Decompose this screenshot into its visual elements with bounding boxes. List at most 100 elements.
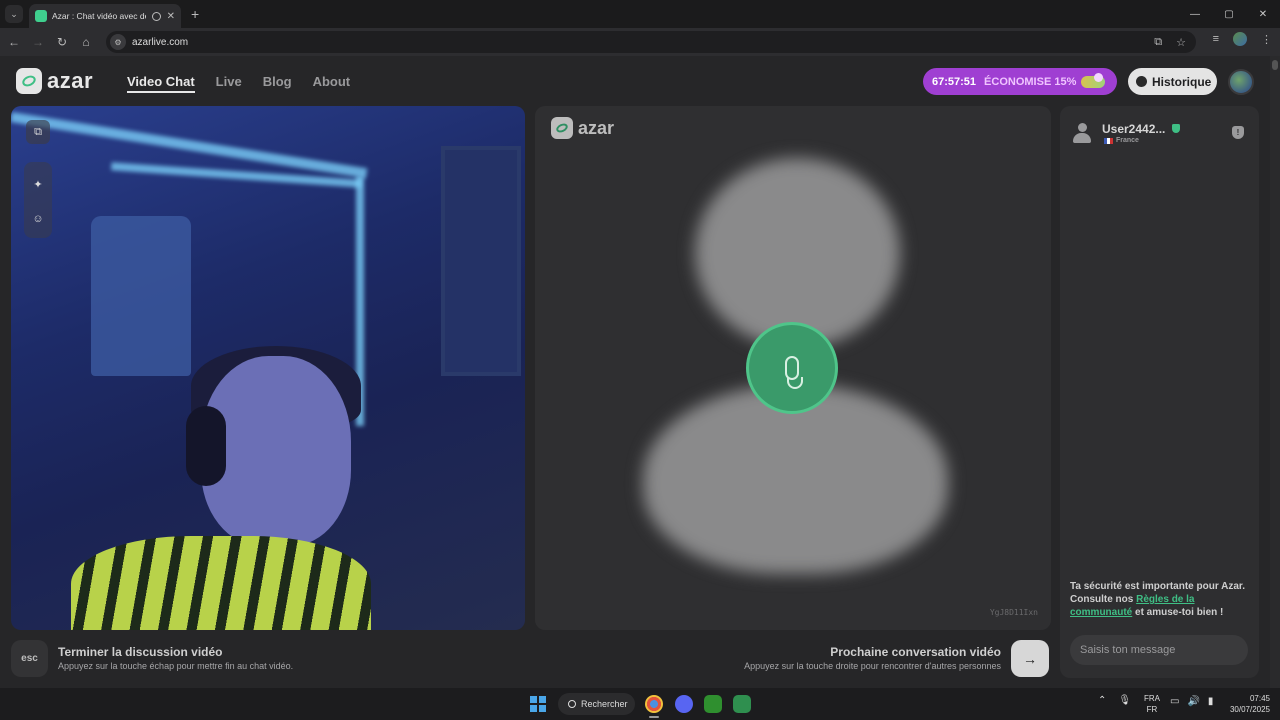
recording-icon [151,11,161,21]
reading-list-icon[interactable]: ≡ [1213,33,1219,45]
promo-button[interactable]: 67:57:51 ÉCONOMISE 15% [923,68,1117,95]
close-tab-icon[interactable]: ✕ [167,11,175,22]
extensions-area: ≡ ⋮ [1213,32,1272,46]
report-shield-icon[interactable]: ! [1232,126,1244,139]
tray-mic-icon[interactable]: 🎙 [1118,695,1131,706]
address-bar[interactable]: ⚙ azarlive.com ⧉ ☆ [106,31,1196,53]
chevron-down-icon: ⌄ [10,8,18,19]
partner-username: User2442... [1102,122,1166,136]
minimize-button[interactable]: — [1178,9,1212,20]
nav-live[interactable]: Live [216,74,242,93]
language-indicator[interactable]: FRA FR [1144,693,1160,715]
user-avatar[interactable] [1228,69,1254,95]
tab-title: Azar : Chat vidéo avec de n [52,11,146,21]
partner-logo-text: azar [578,117,615,138]
report-glyph: ! [1236,128,1240,137]
promo-timer: 67:57:51 [932,75,977,88]
taskbar-search[interactable]: Rechercher [558,693,635,715]
azar-logo-icon [16,68,42,94]
search-label: Rechercher [581,699,628,709]
chat-panel: User2442... France ! Ta sécurité est imp… [1060,106,1259,678]
taskbar-clock[interactable]: 07:45 30/07/2025 [1230,693,1270,715]
xbox-app-icon[interactable] [704,695,722,713]
partner-video: azar YgJ8D11Ixn [535,106,1051,630]
microphone-icon [746,322,838,414]
azar-favicon-icon [35,10,47,22]
close-window-button[interactable]: ✕ [1246,9,1280,20]
end-chat-button[interactable]: esc [11,640,48,677]
bookmark-star-icon[interactable]: ☆ [1176,36,1186,49]
safety-notice: Ta sécurité est importante pour Azar. Co… [1070,580,1252,619]
effects-button[interactable]: ✦ [26,172,50,196]
end-chat-title: Terminer la discussion vidéo [58,645,223,659]
profile-avatar-icon[interactable] [1233,32,1247,46]
window-controls: — ▢ ✕ [1178,0,1280,28]
system-status-icons[interactable]: ▭ 🔊 ▮ [1170,696,1213,707]
next-chat-title: Prochaine conversation vidéo [830,645,1001,659]
sparkle-icon: ✦ [33,178,43,191]
new-tab-button[interactable]: + [191,6,199,22]
browser-tab[interactable]: Azar : Chat vidéo avec de n ✕ [29,4,181,28]
verified-shield-icon [1172,124,1180,133]
promo-label: ÉCONOMISE 15% [984,75,1077,88]
safety-text-2: et amuse-toi bien ! [1132,607,1224,618]
end-chat-hint: Appuyez sur la touche échap pour mettre … [58,661,294,671]
main-nav: Video Chat Live Blog About [127,74,350,93]
menu-dots-icon[interactable]: ⋮ [1261,33,1272,46]
expand-video-button[interactable]: ⧉ [26,120,50,144]
tab-search-button[interactable]: ⌄ [5,5,23,23]
nav-blog[interactable]: Blog [263,74,292,93]
site-info-icon[interactable]: ⚙ [110,34,126,50]
maximize-button[interactable]: ▢ [1212,9,1246,20]
browser-toolbar: ← → ↻ ⌂ ⚙ azarlive.com ⧉ ☆ [0,28,1280,56]
app-icon[interactable] [733,695,751,713]
install-app-icon[interactable]: ⧉ [1154,36,1162,49]
network-icon: ▭ [1170,696,1180,707]
forward-button[interactable]: → [26,35,50,49]
azar-logo-icon [551,117,573,139]
discord-app-icon[interactable] [675,695,693,713]
page-scrollbar[interactable] [1270,56,1280,688]
arrow-right-icon: → [1023,650,1037,667]
azar-logo[interactable]: azar [16,68,93,94]
history-button[interactable]: Historique [1128,68,1217,95]
clock-icon [1094,73,1103,82]
user-icon [1073,123,1091,143]
battery-icon: ▮ [1207,696,1214,707]
chrome-app-icon[interactable] [645,695,663,713]
self-video: ⧉ ✦ ☺ [11,106,525,630]
message-input[interactable] [1070,635,1248,665]
next-chat-button[interactable]: → [1011,640,1049,677]
reload-button[interactable]: ↻ [50,35,74,49]
france-flag-icon [1104,137,1113,144]
os-taskbar: Rechercher ⌃ 🎙 FRA FR ▭ 🔊 ▮ 07:45 30/07/… [0,688,1280,720]
back-button[interactable]: ← [2,35,26,49]
nav-video-chat[interactable]: Video Chat [127,74,195,93]
url-text: azarlive.com [132,36,189,48]
clock-date: 30/07/2025 [1229,705,1270,714]
placeholder-head [695,158,900,348]
esc-label: esc [21,653,38,664]
partner-country: France [1104,137,1139,144]
country-label: France [1116,137,1139,144]
volume-icon: 🔊 [1187,696,1200,707]
search-icon [568,700,576,708]
home-button[interactable]: ⌂ [74,35,98,49]
lang-bottom: FR [1146,705,1158,714]
sticker-button[interactable]: ☺ [26,207,50,231]
lang-top: FRA [1144,694,1160,703]
nav-about[interactable]: About [313,74,351,93]
history-clock-icon [1136,76,1147,87]
smiley-icon: ☺ [32,213,44,225]
clock-time: 07:45 [1249,694,1270,703]
partner-watermark-logo: azar [551,117,614,139]
history-label: Historique [1152,74,1212,89]
system-tray: ⌃ 🎙 [1098,695,1131,706]
active-app-indicator [649,716,659,718]
browser-tab-bar: ⌄ Azar : Chat vidéo avec de n ✕ + — ▢ ✕ [0,0,1280,28]
windows-start-icon[interactable] [530,696,546,712]
expand-icon: ⧉ [34,125,42,138]
logo-text: azar [47,68,94,93]
tray-chevron-up-icon[interactable]: ⌃ [1098,695,1106,706]
next-chat-hint: Appuyez sur la touche droite pour rencon… [744,661,1001,671]
